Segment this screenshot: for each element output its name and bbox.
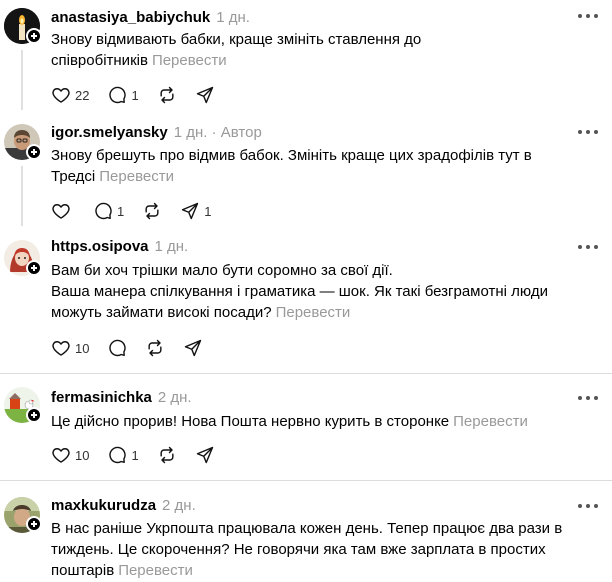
like-button[interactable]: 22: [51, 85, 89, 105]
comment-icon: [95, 202, 112, 220]
divider: [0, 373, 612, 374]
send-icon: [182, 202, 199, 220]
post-header: fermasinichka 2 дн.: [51, 389, 192, 407]
repost-button[interactable]: [145, 338, 165, 358]
username[interactable]: maxkukurudza: [51, 497, 156, 514]
post-text: Вам би хоч трішки мало бути соромно за с…: [51, 260, 596, 323]
post-header: maxkukurudza 2 дн.: [51, 497, 196, 515]
send-icon: [196, 86, 213, 104]
reply-button[interactable]: 1: [107, 445, 139, 465]
username[interactable]: https.osipova: [51, 238, 149, 255]
like-count: 10: [75, 340, 90, 356]
post-header: https.osipova 1 дн.: [51, 238, 188, 256]
post-actions: 10 1: [51, 444, 233, 466]
heart-icon: [52, 88, 70, 103]
post-text: Знову відмивають бабки, краще змініть ст…: [51, 29, 596, 71]
comment-icon: [109, 339, 127, 357]
translate-link[interactable]: Перевести: [152, 52, 227, 69]
more-dots-icon[interactable]: [578, 7, 598, 25]
post-actions: 10: [51, 337, 221, 359]
more-dots-icon[interactable]: [578, 389, 598, 407]
thread-line: [21, 50, 23, 110]
heart-icon: [52, 448, 70, 463]
post-text-content: Це дійсно прорив! Нова Пошта нервно кури…: [51, 413, 450, 430]
follow-plus-icon[interactable]: [26, 28, 42, 44]
translate-link[interactable]: Перевести: [118, 562, 193, 579]
post-time[interactable]: 1 дн.: [216, 9, 250, 26]
post-time[interactable]: 2 дн.: [162, 497, 196, 514]
divider: [0, 480, 612, 481]
heart-icon: [52, 204, 70, 219]
like-button[interactable]: 10: [51, 338, 89, 358]
more-dots-icon[interactable]: [578, 123, 598, 141]
translate-link[interactable]: Перевести: [453, 413, 528, 430]
comment-icon: [109, 446, 127, 464]
share-count: 1: [204, 203, 212, 219]
post-actions: 1 1: [51, 200, 229, 222]
reply-button[interactable]: 1: [107, 85, 139, 105]
post-text: Знову брешуть про відмив бабок. Змініть …: [51, 145, 596, 187]
more-dots-icon[interactable]: [578, 497, 598, 515]
username[interactable]: igor.smelyansky: [51, 124, 168, 141]
post-time[interactable]: 2 дн.: [158, 389, 192, 406]
follow-plus-icon[interactable]: [26, 516, 42, 532]
like-button[interactable]: 10: [51, 445, 89, 465]
repost-button[interactable]: [157, 445, 177, 465]
share-button[interactable]: 1: [180, 201, 211, 221]
repost-icon: [148, 339, 163, 357]
reply-button[interactable]: [107, 338, 127, 358]
post-time[interactable]: 1 дн.: [174, 124, 208, 141]
post-text: В нас раніше Укрпошта працювала кожен де…: [51, 518, 571, 581]
follow-plus-icon[interactable]: [26, 144, 42, 160]
comment-icon: [109, 86, 127, 104]
heart-icon: [52, 341, 70, 356]
translate-link[interactable]: Перевести: [276, 304, 351, 321]
follow-plus-icon[interactable]: [26, 407, 42, 423]
post-time[interactable]: 1 дн.: [155, 238, 189, 255]
repost-icon: [160, 446, 174, 464]
username[interactable]: fermasinichka: [51, 389, 152, 406]
post-text: Це дійсно прорив! Нова Пошта нервно кури…: [51, 411, 596, 432]
more-dots-icon[interactable]: [578, 238, 598, 256]
like-count: 10: [75, 447, 90, 463]
reply-count: 1: [117, 203, 125, 219]
repost-button[interactable]: [157, 85, 177, 105]
send-icon: [196, 446, 213, 464]
repost-icon: [160, 86, 174, 104]
post-text-content: Знову відмивають бабки, краще змініть ст…: [51, 31, 422, 69]
repost-icon: [145, 202, 159, 220]
share-button[interactable]: [195, 445, 215, 465]
author-badge: · Автор: [211, 124, 262, 141]
reply-count: 1: [131, 447, 139, 463]
post-actions: 22 1: [51, 84, 233, 106]
share-button[interactable]: [195, 85, 215, 105]
send-icon: [185, 339, 202, 357]
repost-button[interactable]: [142, 201, 162, 221]
translate-link[interactable]: Перевести: [99, 168, 174, 185]
follow-plus-icon[interactable]: [26, 260, 42, 276]
share-button[interactable]: [183, 338, 203, 358]
reply-count: 1: [131, 87, 139, 103]
post-header: anastasiya_babiychuk 1 дн.: [51, 9, 250, 27]
username[interactable]: anastasiya_babiychuk: [51, 9, 210, 26]
like-count: 22: [75, 87, 90, 103]
thread-line: [21, 166, 23, 226]
post-text-line: Вам би хоч трішки мало бути соромно за с…: [51, 262, 393, 279]
post-header: igor.smelyansky 1 дн. · Автор: [51, 124, 262, 142]
reply-button[interactable]: 1: [93, 201, 124, 221]
like-button[interactable]: [51, 201, 75, 221]
